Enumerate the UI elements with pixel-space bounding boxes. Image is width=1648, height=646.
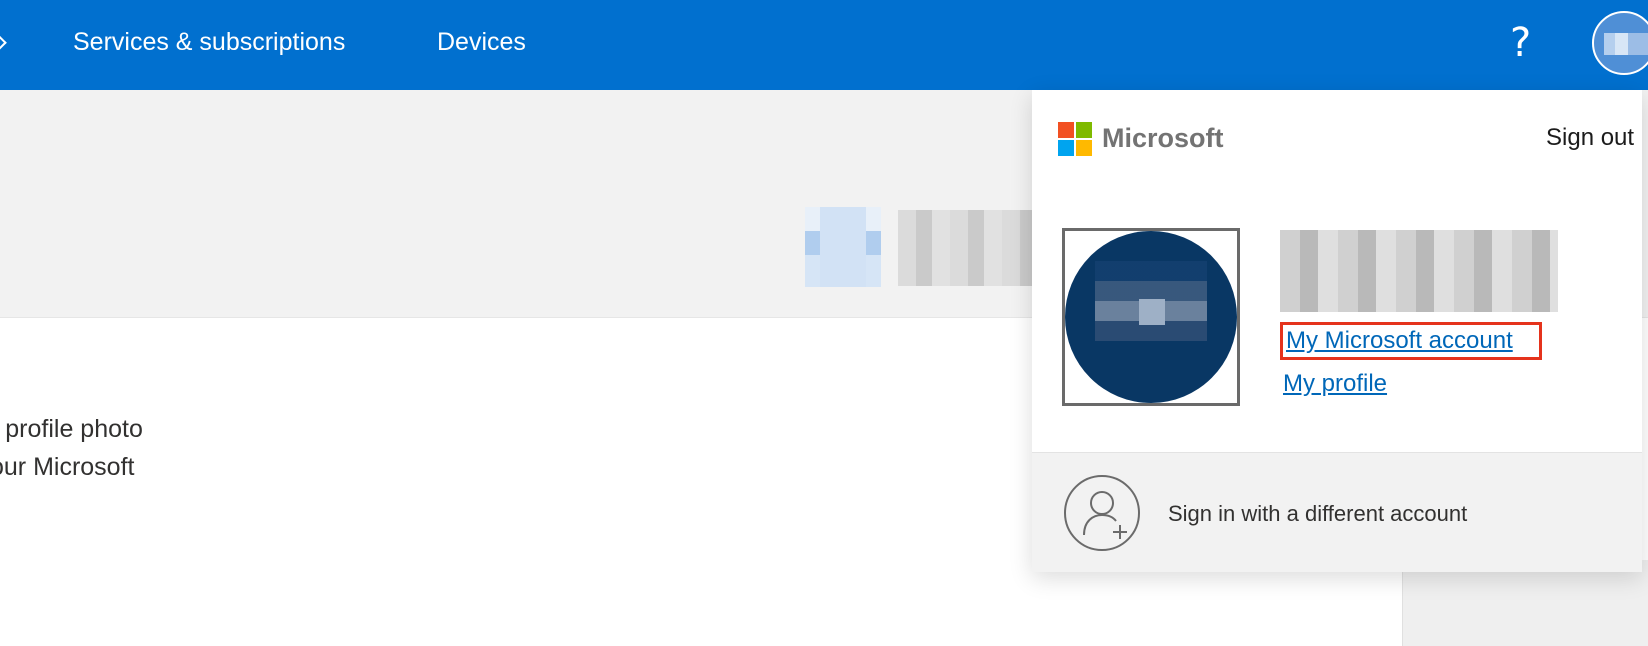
description-line-1: r profile photo [0,415,143,443]
description-line-2: our Microsoft [0,453,135,481]
microsoft-wordmark: Microsoft [1102,123,1224,153]
sign-out-link[interactable]: Sign out [1546,122,1634,154]
blurred-avatar [805,207,881,287]
account-avatar-button[interactable] [1592,11,1648,75]
blurred-user-name [898,210,1033,286]
nav-devices[interactable]: Devices [437,26,526,58]
profile-photo-circle [1065,231,1237,403]
blurred-account-name-email [1280,230,1558,312]
account-page: Services & subscriptions Devices ? r pro… [0,0,1648,646]
nav-services-subscriptions[interactable]: Services & subscriptions [73,26,345,58]
background-side-panel [1402,560,1648,646]
my-microsoft-account-link[interactable]: My Microsoft account [1280,322,1542,360]
account-dropdown: Microsoft Sign out My Microsoft account … [1032,90,1642,572]
my-profile-link[interactable]: My profile [1283,368,1387,400]
person-add-icon [1064,475,1140,551]
profile-photo[interactable] [1062,228,1240,406]
different-account-label: Sign in with a different account [1168,501,1468,526]
profile-photo-description: r profile photo our Microsoft [0,410,143,486]
microsoft-logo-icon [1058,122,1092,156]
sign-in-different-account-button[interactable]: Sign in with a different account [1032,452,1642,572]
avatar-image-pixelated [1604,33,1648,55]
top-navigation-bar: Services & subscriptions Devices ? [0,0,1648,90]
chevron-right-icon[interactable] [0,34,7,50]
help-icon[interactable]: ? [1510,20,1531,66]
